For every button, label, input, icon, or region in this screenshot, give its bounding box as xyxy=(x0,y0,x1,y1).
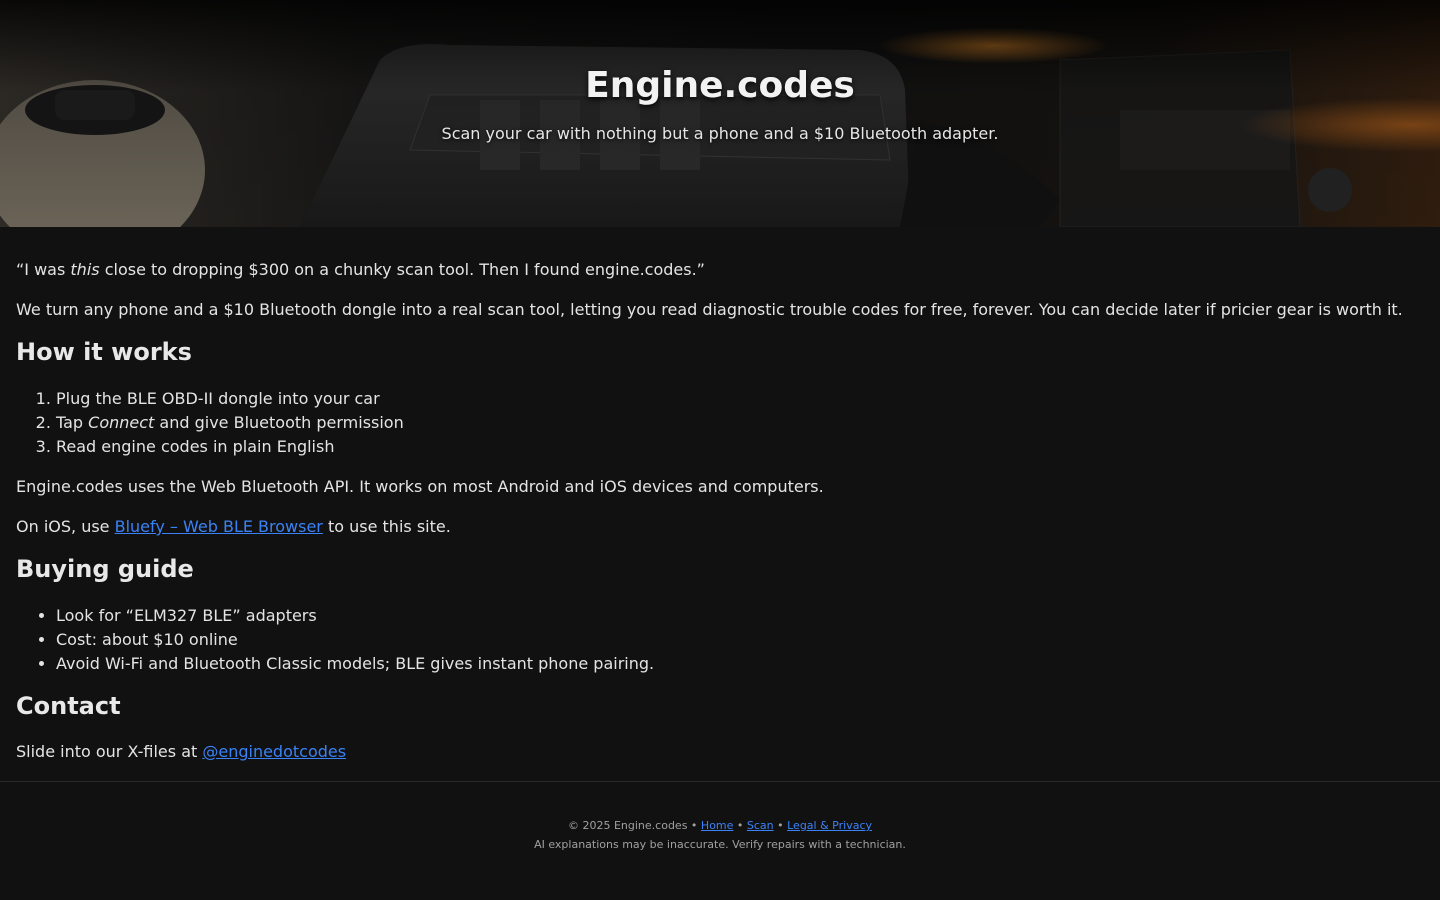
contact-heading: Contact xyxy=(16,692,121,720)
hero-content: Engine.codes Scan your car with nothing … xyxy=(0,0,1440,227)
api-note: Engine.codes uses the Web Bluetooth API.… xyxy=(16,477,824,496)
footer-links-row: © 2025 Engine.codes • Home • Scan • Lega… xyxy=(0,816,1440,835)
ios-note-text: to use this site. xyxy=(322,517,451,536)
buying-guide-list: Look for “ELM327 BLE” adapters Cost: abo… xyxy=(16,604,654,676)
separator: • xyxy=(687,819,701,832)
steps-list: Plug the BLE OBD-II dongle into your car… xyxy=(16,387,404,459)
quote-text-start: “I was xyxy=(16,260,71,279)
step-text: and give Bluetooth permission xyxy=(154,413,404,432)
guide-item: Look for “ELM327 BLE” adapters xyxy=(56,604,654,628)
site-tagline: Scan your car with nothing but a phone a… xyxy=(441,124,999,143)
quote-text-end: close to dropping $300 on a chunky scan … xyxy=(99,260,705,279)
quote-emphasis: this xyxy=(70,260,100,279)
connect-emphasis: Connect xyxy=(88,413,155,432)
site-title: Engine.codes xyxy=(585,65,855,106)
footer-home-link[interactable]: Home xyxy=(701,819,733,832)
separator: • xyxy=(733,819,747,832)
step-item: Read engine codes in plain English xyxy=(56,435,404,459)
footer-disclaimer: AI explanations may be inaccurate. Verif… xyxy=(534,838,906,851)
footer-scan-link[interactable]: Scan xyxy=(747,819,774,832)
contact-label: Slide into our X-files at xyxy=(16,742,203,761)
testimonial-quote: “I was this close to dropping $300 on a … xyxy=(16,258,705,282)
step-item: Tap Connect and give Bluetooth permissio… xyxy=(56,411,404,435)
site-footer: © 2025 Engine.codes • Home • Scan • Lega… xyxy=(0,816,1440,854)
how-it-works-heading: How it works xyxy=(16,338,192,366)
footer-legal-link[interactable]: Legal & Privacy xyxy=(787,819,872,832)
bluefy-link[interactable]: Bluefy – Web BLE Browser xyxy=(115,517,323,536)
x-handle-link[interactable]: @enginedotcodes xyxy=(202,742,346,761)
intro-description: We turn any phone and a $10 Bluetooth do… xyxy=(16,300,1403,319)
separator: • xyxy=(773,819,788,832)
ios-note-text: On iOS, use xyxy=(16,517,115,536)
hero-banner: Engine.codes Scan your car with nothing … xyxy=(0,0,1440,227)
step-item: Plug the BLE OBD-II dongle into your car xyxy=(56,387,404,411)
guide-item: Cost: about $10 online xyxy=(56,628,654,652)
contact-text: Slide into our X-files at @enginedotcode… xyxy=(16,740,346,764)
buying-guide-heading: Buying guide xyxy=(16,555,194,583)
step-text: Tap xyxy=(56,413,89,432)
guide-item: Avoid Wi-Fi and Bluetooth Classic models… xyxy=(56,652,654,676)
footer-divider xyxy=(0,781,1440,782)
ios-note: On iOS, use Bluefy – Web BLE Browser to … xyxy=(16,515,451,539)
copyright-text: © 2025 Engine.codes xyxy=(567,819,688,832)
